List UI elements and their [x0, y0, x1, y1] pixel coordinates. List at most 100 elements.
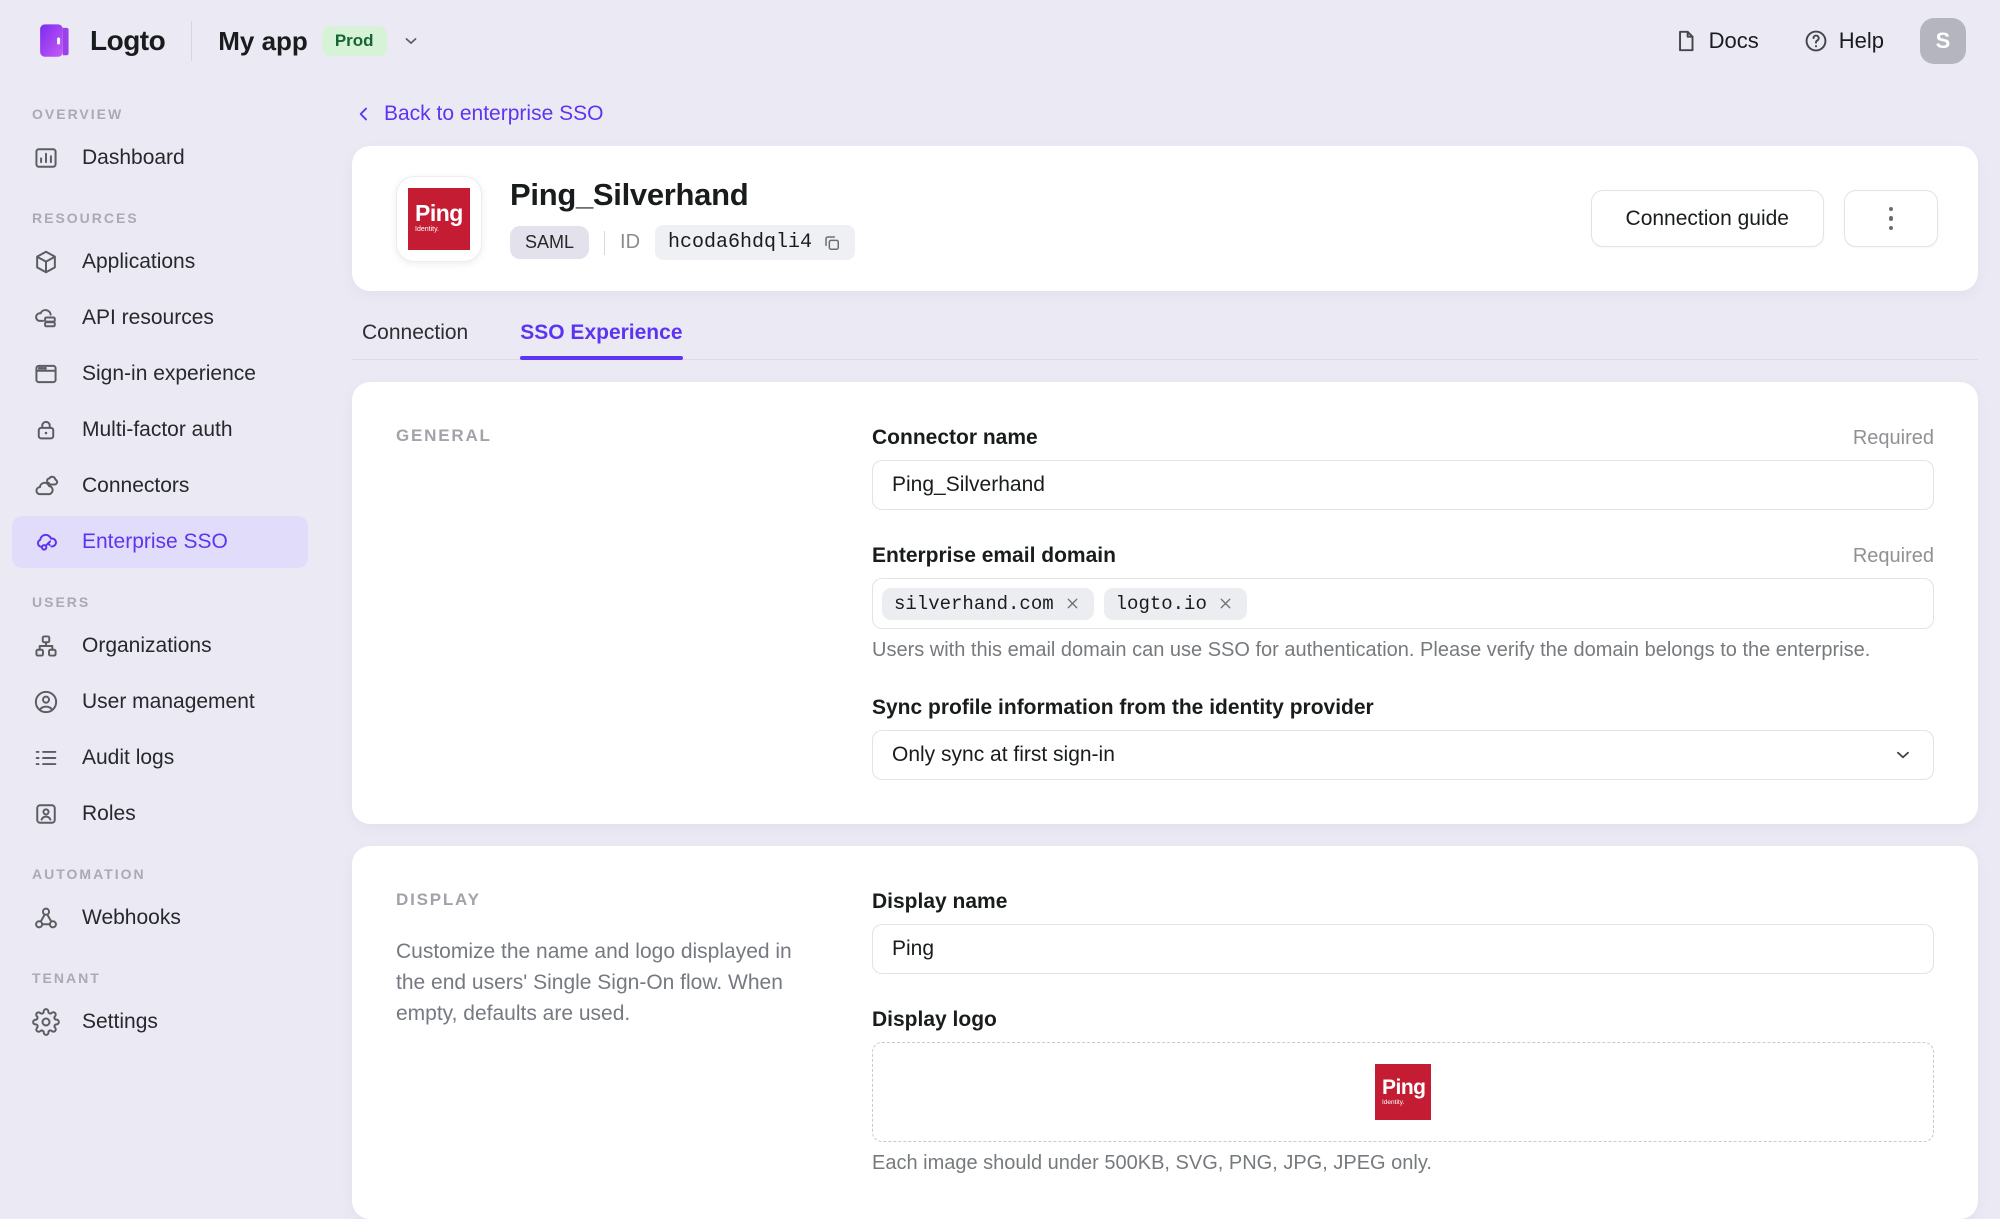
dashboard-icon [32, 144, 60, 172]
sidebar-item-label: User management [82, 690, 255, 714]
tab-connection[interactable]: Connection [362, 321, 468, 359]
connector-name-label: Connector name [872, 426, 1038, 450]
sidebar-item-roles[interactable]: Roles [12, 788, 308, 840]
lock-icon [32, 416, 60, 444]
topbar: Logto My app Prod Docs Help S [0, 0, 2000, 82]
display-logo-helper: Each image should under 500KB, SVG, PNG,… [872, 1152, 1934, 1175]
sidebar: OVERVIEW Dashboard RESOURCES Application… [0, 82, 320, 1219]
sidebar-item-connectors[interactable]: Connectors [12, 460, 308, 512]
sidebar-item-audit-logs[interactable]: Audit logs [12, 732, 308, 784]
sync-profile-select[interactable]: Only sync at first sign-in [872, 730, 1934, 780]
sidebar-item-sign-in-experience[interactable]: Sign-in experience [12, 348, 308, 400]
webhooks-icon [32, 904, 60, 932]
connection-guide-button[interactable]: Connection guide [1591, 190, 1824, 247]
connector-head-info: Ping_Silverhand SAML ID hcoda6hdqli4 [510, 177, 855, 260]
display-name-label: Display name [872, 890, 1007, 914]
ping-logo-sub: Identity. [1382, 1098, 1404, 1107]
sidebar-group-title: TENANT [12, 970, 308, 986]
app-name: My app [218, 26, 308, 57]
topbar-divider [191, 21, 192, 61]
app-switcher[interactable]: My app Prod [218, 26, 420, 57]
email-domain-label: Enterprise email domain [872, 544, 1116, 568]
tab-sso-experience[interactable]: SSO Experience [520, 321, 682, 359]
back-link-label: Back to enterprise SSO [384, 102, 603, 126]
chevron-down-icon [401, 31, 421, 51]
more-actions-button[interactable] [1844, 190, 1938, 247]
ping-logo-sub: Identity. [415, 225, 439, 235]
docs-button[interactable]: Docs [1673, 28, 1759, 54]
sidebar-item-user-management[interactable]: User management [12, 676, 308, 728]
sidebar-item-label: Sign-in experience [82, 362, 256, 386]
remove-domain-button[interactable] [1216, 594, 1235, 613]
api-resources-icon [32, 304, 60, 332]
connector-badge-row: SAML ID hcoda6hdqli4 [510, 225, 855, 260]
email-domain-input[interactable]: silverhand.com logto.io [872, 578, 1934, 629]
sidebar-item-label: Connectors [82, 474, 189, 498]
kebab-icon [1889, 207, 1894, 212]
display-name-input[interactable] [872, 924, 1934, 974]
ping-logo-word: Ping [1382, 1077, 1426, 1098]
sidebar-item-api-resources[interactable]: API resources [12, 292, 308, 344]
sync-profile-field: Sync profile information from the identi… [872, 696, 1934, 780]
sidebar-item-label: Settings [82, 1010, 158, 1034]
copy-id-button[interactable] [822, 233, 842, 253]
required-badge: Required [1853, 545, 1934, 568]
ping-logo-word: Ping [415, 202, 463, 225]
sidebar-group-automation: AUTOMATION Webhooks [12, 866, 308, 944]
organizations-icon [32, 632, 60, 660]
logto-brand: Logto [34, 19, 165, 63]
user-avatar[interactable]: S [1920, 18, 1966, 64]
protocol-badge: SAML [510, 226, 589, 259]
chevron-left-icon [354, 104, 374, 124]
logo-upload-dropzone[interactable]: Ping Identity. [872, 1042, 1934, 1142]
main-content: Back to enterprise SSO Ping Identity. Pi… [320, 82, 2000, 1219]
sidebar-item-label: Applications [82, 250, 195, 274]
sidebar-item-applications[interactable]: Applications [12, 236, 308, 288]
sidebar-group-title: AUTOMATION [12, 866, 308, 882]
applications-icon [32, 248, 60, 276]
sign-in-experience-icon [32, 360, 60, 388]
domain-tag-value: silverhand.com [894, 593, 1054, 615]
sidebar-item-organizations[interactable]: Organizations [12, 620, 308, 672]
connector-name-input[interactable] [872, 460, 1934, 510]
user-icon [32, 688, 60, 716]
copy-icon [822, 233, 842, 253]
remove-domain-button[interactable] [1063, 594, 1082, 613]
sidebar-item-webhooks[interactable]: Webhooks [12, 892, 308, 944]
close-icon [1217, 595, 1234, 612]
sidebar-item-label: Multi-factor auth [82, 418, 233, 442]
sidebar-item-label: API resources [82, 306, 214, 330]
badge-divider [604, 231, 605, 255]
app-root: Logto My app Prod Docs Help S OVERVIEW [0, 0, 2000, 1219]
email-domain-field: Enterprise email domain Required silverh… [872, 544, 1934, 662]
sidebar-group-users: USERS Organizations User management Audi… [12, 594, 308, 840]
general-section-left: GENERAL [396, 426, 872, 780]
sidebar-item-label: Webhooks [82, 906, 181, 930]
header-actions: Connection guide [1591, 190, 1938, 247]
sidebar-item-settings[interactable]: Settings [12, 996, 308, 1048]
back-link[interactable]: Back to enterprise SSO [354, 102, 603, 126]
docs-label: Docs [1709, 28, 1759, 54]
sidebar-group-title: OVERVIEW [12, 106, 308, 122]
domain-tag-value: logto.io [1116, 593, 1207, 615]
connectors-icon [32, 472, 60, 500]
brand-name: Logto [90, 25, 165, 57]
sync-profile-selected-value: Only sync at first sign-in [892, 743, 1115, 767]
connector-header-card: Ping Identity. Ping_Silverhand SAML ID h… [352, 146, 1978, 291]
sidebar-item-label: Enterprise SSO [82, 530, 228, 554]
connector-name-field: Connector name Required [872, 426, 1934, 510]
sidebar-item-dashboard[interactable]: Dashboard [12, 132, 308, 184]
sidebar-item-multi-factor-auth[interactable]: Multi-factor auth [12, 404, 308, 456]
general-section-card: GENERAL Connector name Required Enterpri… [352, 382, 1978, 824]
sidebar-item-enterprise-sso[interactable]: Enterprise SSO [12, 516, 308, 568]
help-button[interactable]: Help [1803, 28, 1884, 54]
close-icon [1064, 595, 1081, 612]
domain-tag: logto.io [1104, 588, 1247, 620]
logto-logo-icon [34, 19, 76, 63]
tab-bar: Connection SSO Experience [352, 321, 1978, 360]
sidebar-group-resources: RESOURCES Applications API resources Sig… [12, 210, 308, 568]
sidebar-group-title: USERS [12, 594, 308, 610]
display-section-left: DISPLAY Customize the name and logo disp… [396, 890, 872, 1175]
help-label: Help [1839, 28, 1884, 54]
connector-logo-frame: Ping Identity. [396, 176, 482, 262]
